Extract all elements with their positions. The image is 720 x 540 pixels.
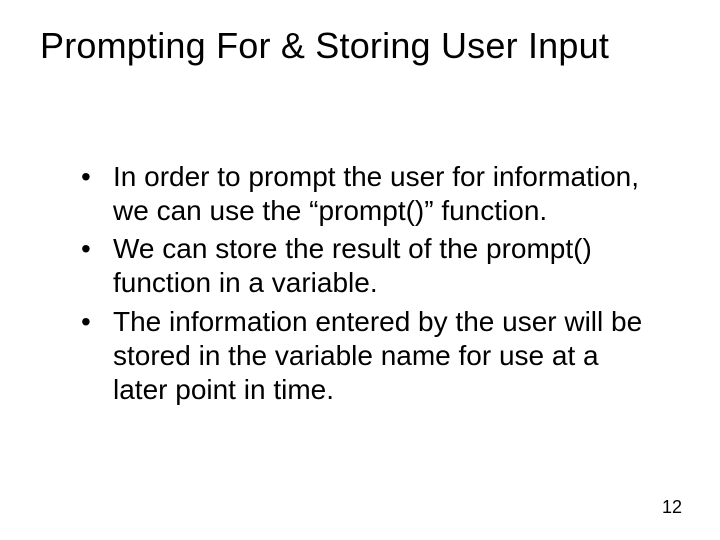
slide-body: In order to prompt the user for informat… [75,160,660,411]
list-item: The information entered by the user will… [75,305,660,407]
slide: Prompting For & Storing User Input In or… [0,0,720,540]
list-item: We can store the result of the prompt() … [75,232,660,300]
page-number: 12 [662,497,682,518]
list-item: In order to prompt the user for informat… [75,160,660,228]
bullet-list: In order to prompt the user for informat… [75,160,660,407]
slide-title: Prompting For & Storing User Input [40,25,680,67]
